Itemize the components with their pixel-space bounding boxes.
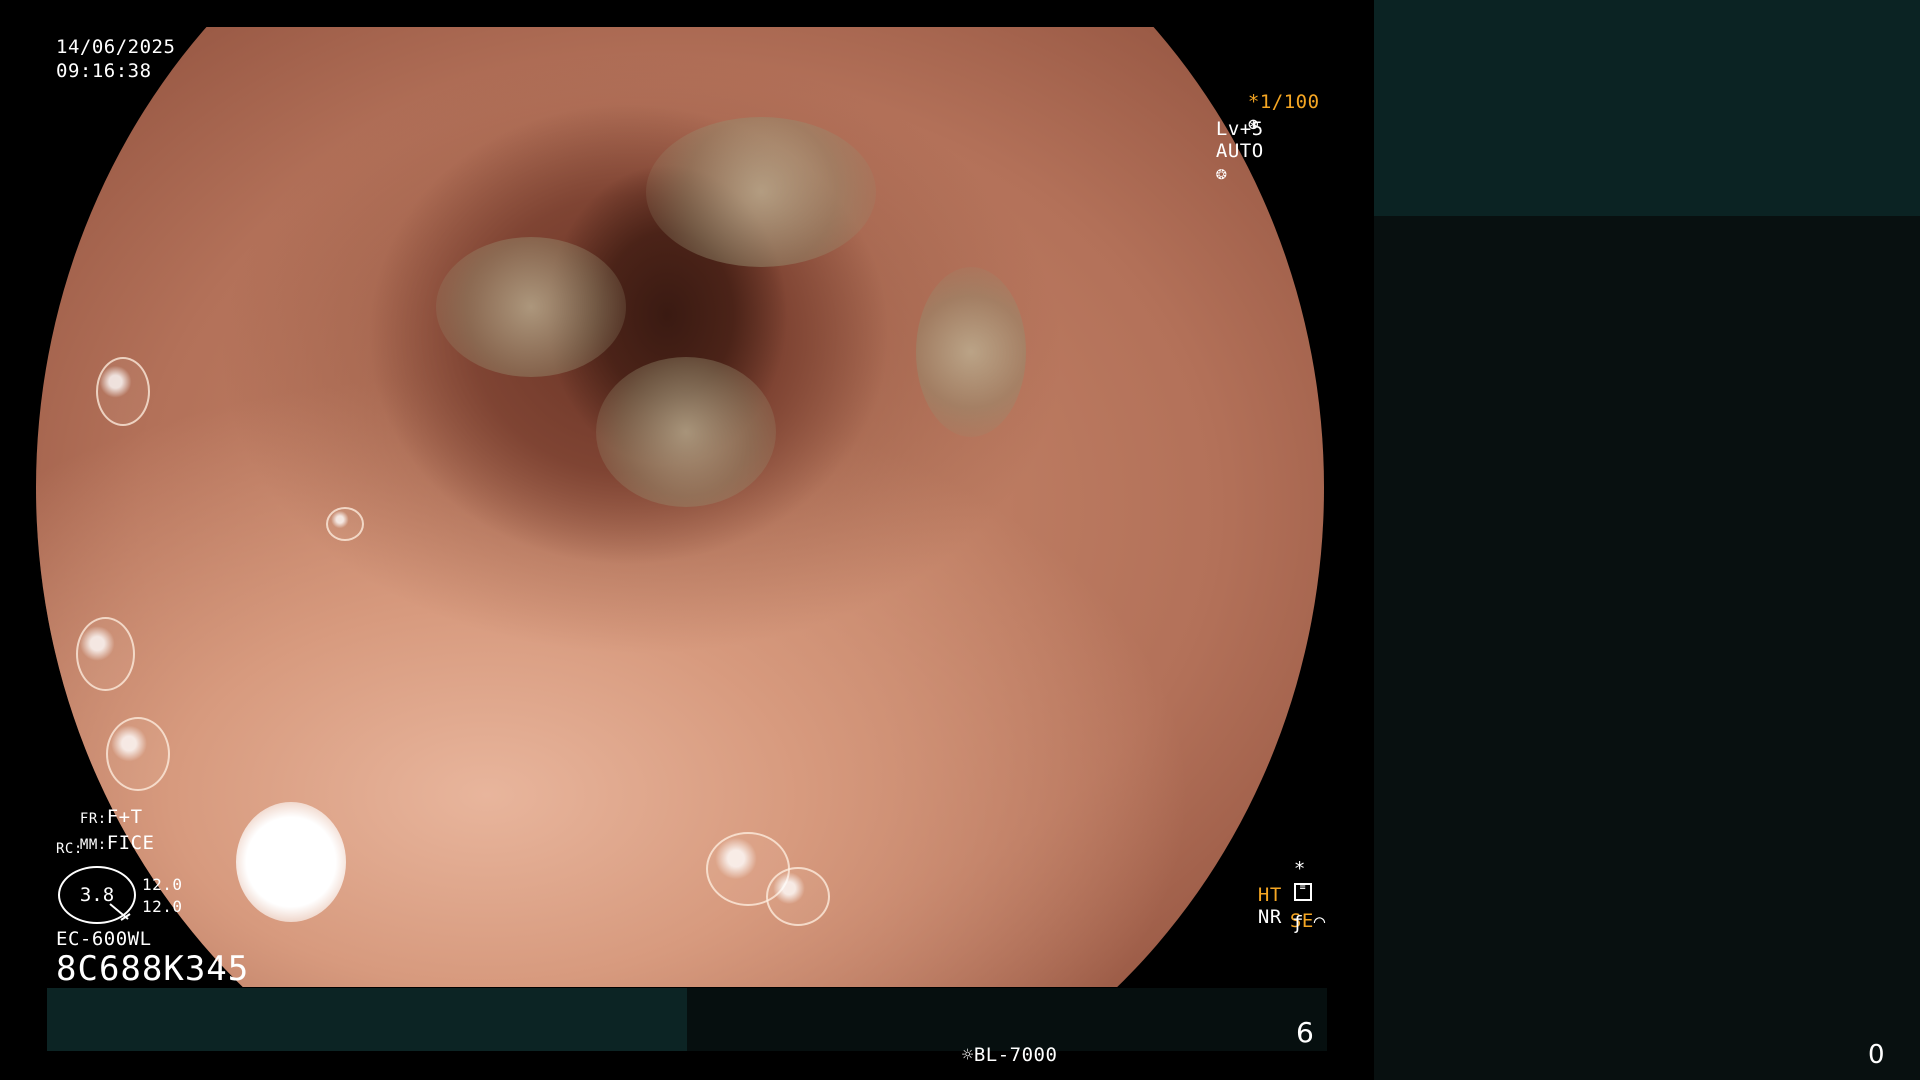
side-panel-bottom [1374,216,1920,1080]
param-2: 12.0 [142,897,183,916]
image-count: 6 [1296,1016,1314,1049]
strike-f-icon: ƒ [1292,912,1304,934]
mm-value: FICE [106,832,155,854]
iris-icon: ❂ [1215,163,1228,184]
endoscope-image [36,27,1324,987]
side-panel-top [1374,0,1920,216]
level-value: Lv+5 [1215,118,1264,140]
mm-label: MM: [79,837,107,853]
date-label: 14/06/2025 [56,36,176,58]
magnifier-icon [109,903,131,921]
star-marker: * [1293,858,1306,880]
exposure-level: Lv+5 AUTO ❂ [1192,96,1264,185]
side-counter: 0 [1868,1040,1885,1070]
scope-serial: 8C688K345 [56,949,250,989]
lamp-icon: ☼ [961,1044,974,1066]
light-source: ☼BL-7000 [938,1022,1057,1066]
curve-icon: ⌒ [1313,910,1326,932]
scope-model: EC-600WL [56,928,152,950]
param-1: 12.0 [142,875,183,894]
auto-mode: AUTO [1215,140,1264,162]
rc-label: RC: [56,841,83,857]
light-source-label: BL-7000 [973,1044,1058,1066]
status-bar-left [47,988,687,1051]
time-label: 09:16:38 [56,60,152,82]
